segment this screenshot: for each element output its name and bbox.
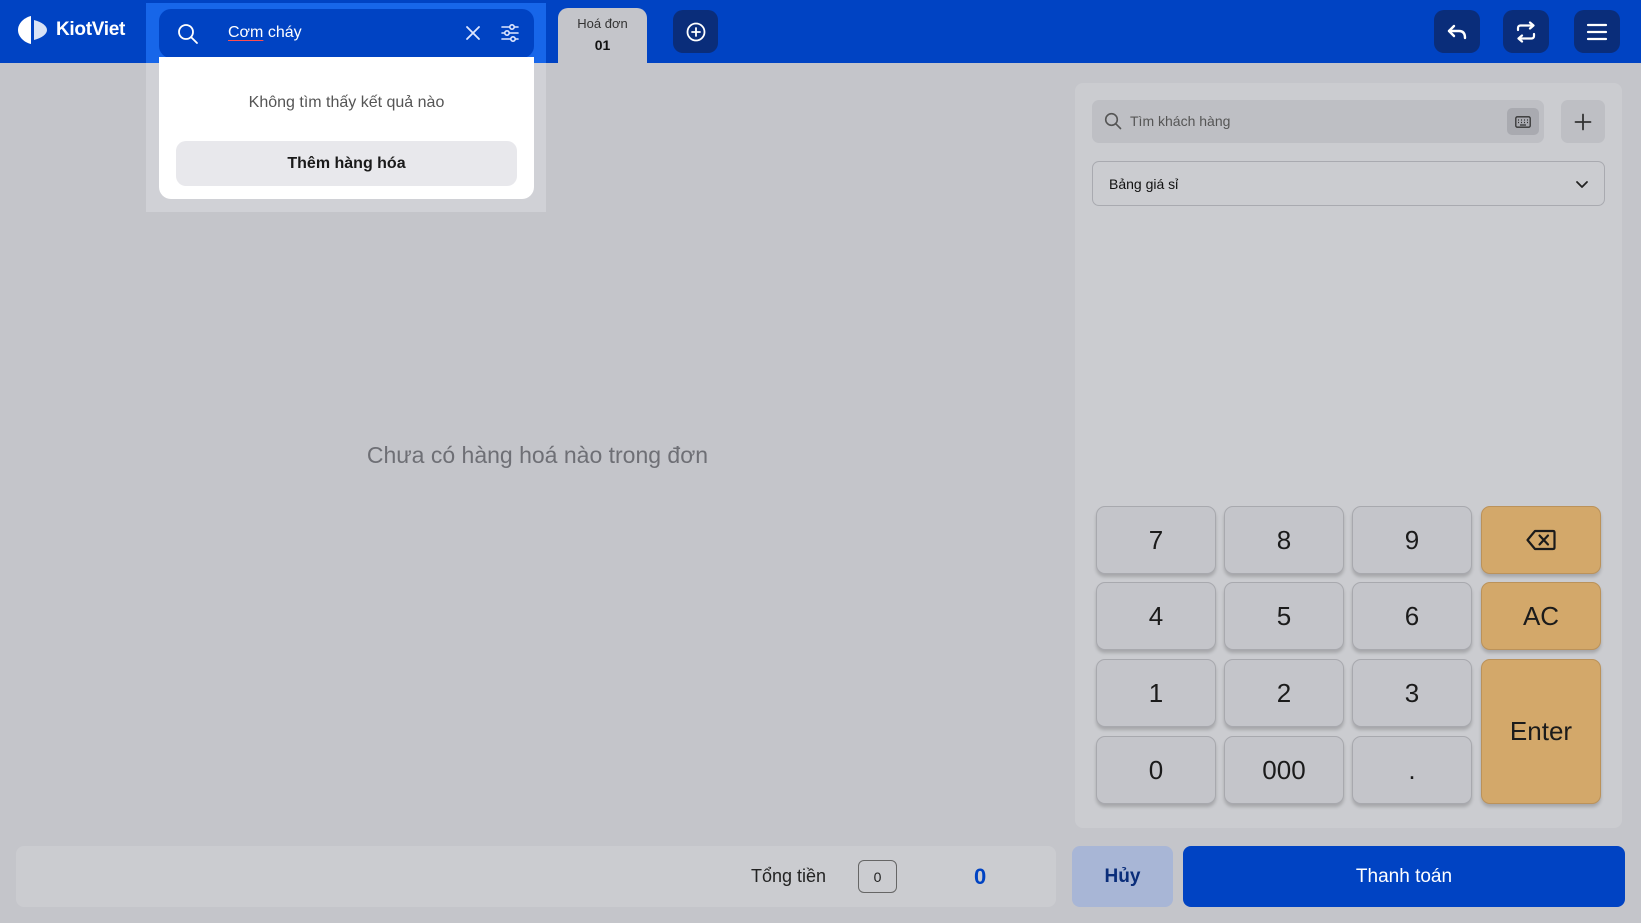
search-value-rest: cháy	[263, 24, 302, 41]
order-total-bar: Tổng tiền 0 0	[16, 846, 1056, 907]
enter-button[interactable]: Enter	[1481, 659, 1601, 804]
cancel-button[interactable]: Hủy	[1072, 846, 1173, 907]
key-5[interactable]: 5	[1224, 582, 1344, 650]
pay-button[interactable]: Thanh toán	[1183, 846, 1625, 907]
item-count-badge: 0	[858, 860, 897, 893]
clear-all-button[interactable]: AC	[1481, 582, 1601, 650]
logo-icon	[18, 16, 47, 44]
search-results-dropdown: Không tìm thấy kết quả nào Thêm hàng hóa	[159, 57, 534, 199]
add-circle-icon	[686, 22, 705, 41]
undo-icon	[1447, 24, 1467, 39]
plus-icon	[1574, 113, 1592, 130]
total-label: Tổng tiền	[751, 866, 827, 886]
keyboard-icon	[1515, 115, 1531, 128]
keyboard-toggle-button[interactable]	[1507, 108, 1539, 135]
key-2[interactable]: 2	[1224, 659, 1344, 727]
add-invoice-tab-button[interactable]	[673, 10, 718, 53]
key-4[interactable]: 4	[1096, 582, 1216, 650]
clear-icon[interactable]	[464, 24, 482, 42]
logo: KiotViet	[17, 14, 125, 46]
customer-search-input[interactable]: Tìm khách hàng	[1092, 100, 1544, 143]
key-6[interactable]: 6	[1352, 582, 1472, 650]
search-icon	[1104, 112, 1122, 130]
customer-panel: Tìm khách hàng Bảng giá sỉ 7 8 9 4 5 6 A…	[1075, 83, 1622, 828]
key-7[interactable]: 7	[1096, 506, 1216, 574]
product-search-overlay: Cơm cháy Không tìm thấy kết quả nào Thêm…	[146, 3, 546, 212]
no-result-message: Không tìm thấy kết quả nào	[248, 94, 445, 111]
price-list-value: Bảng giá sỉ	[1109, 176, 1179, 192]
sync-button[interactable]	[1503, 10, 1549, 53]
chevron-down-icon	[1576, 181, 1588, 188]
tab-invoice-01[interactable]: Hoá đơn 01	[558, 8, 647, 63]
tab-title: Hoá đơn	[577, 16, 628, 31]
search-value-misspelled: Cơm	[228, 24, 264, 41]
key-9[interactable]: 9	[1352, 506, 1472, 574]
key-000[interactable]: 000	[1224, 736, 1344, 804]
menu-icon	[1586, 23, 1608, 40]
key-dot[interactable]: .	[1352, 736, 1472, 804]
total-amount: 0	[974, 864, 987, 889]
key-8[interactable]: 8	[1224, 506, 1344, 574]
add-goods-button[interactable]: Thêm hàng hóa	[176, 141, 517, 186]
backspace-icon	[1526, 529, 1556, 551]
tab-number: 01	[594, 37, 611, 53]
empty-order-message: Chưa có hàng hoá nào trong đơn	[366, 442, 709, 468]
search-value[interactable]: Cơm cháy	[228, 24, 302, 42]
customer-search-placeholder: Tìm khách hàng	[1130, 113, 1231, 129]
undo-button[interactable]	[1434, 10, 1480, 53]
add-customer-button[interactable]	[1561, 100, 1605, 143]
brand-name: KiotViet	[56, 19, 126, 40]
menu-button[interactable]	[1574, 10, 1620, 53]
sync-icon	[1516, 20, 1536, 43]
filter-icon[interactable]	[500, 23, 520, 43]
search-bar-container: Cơm cháy	[146, 3, 546, 63]
price-list-select[interactable]: Bảng giá sỉ	[1092, 161, 1605, 206]
product-search-input[interactable]: Cơm cháy	[159, 9, 534, 58]
key-0[interactable]: 0	[1096, 736, 1216, 804]
key-3[interactable]: 3	[1352, 659, 1472, 727]
key-1[interactable]: 1	[1096, 659, 1216, 727]
search-icon	[178, 24, 198, 44]
backspace-button[interactable]	[1481, 506, 1601, 574]
